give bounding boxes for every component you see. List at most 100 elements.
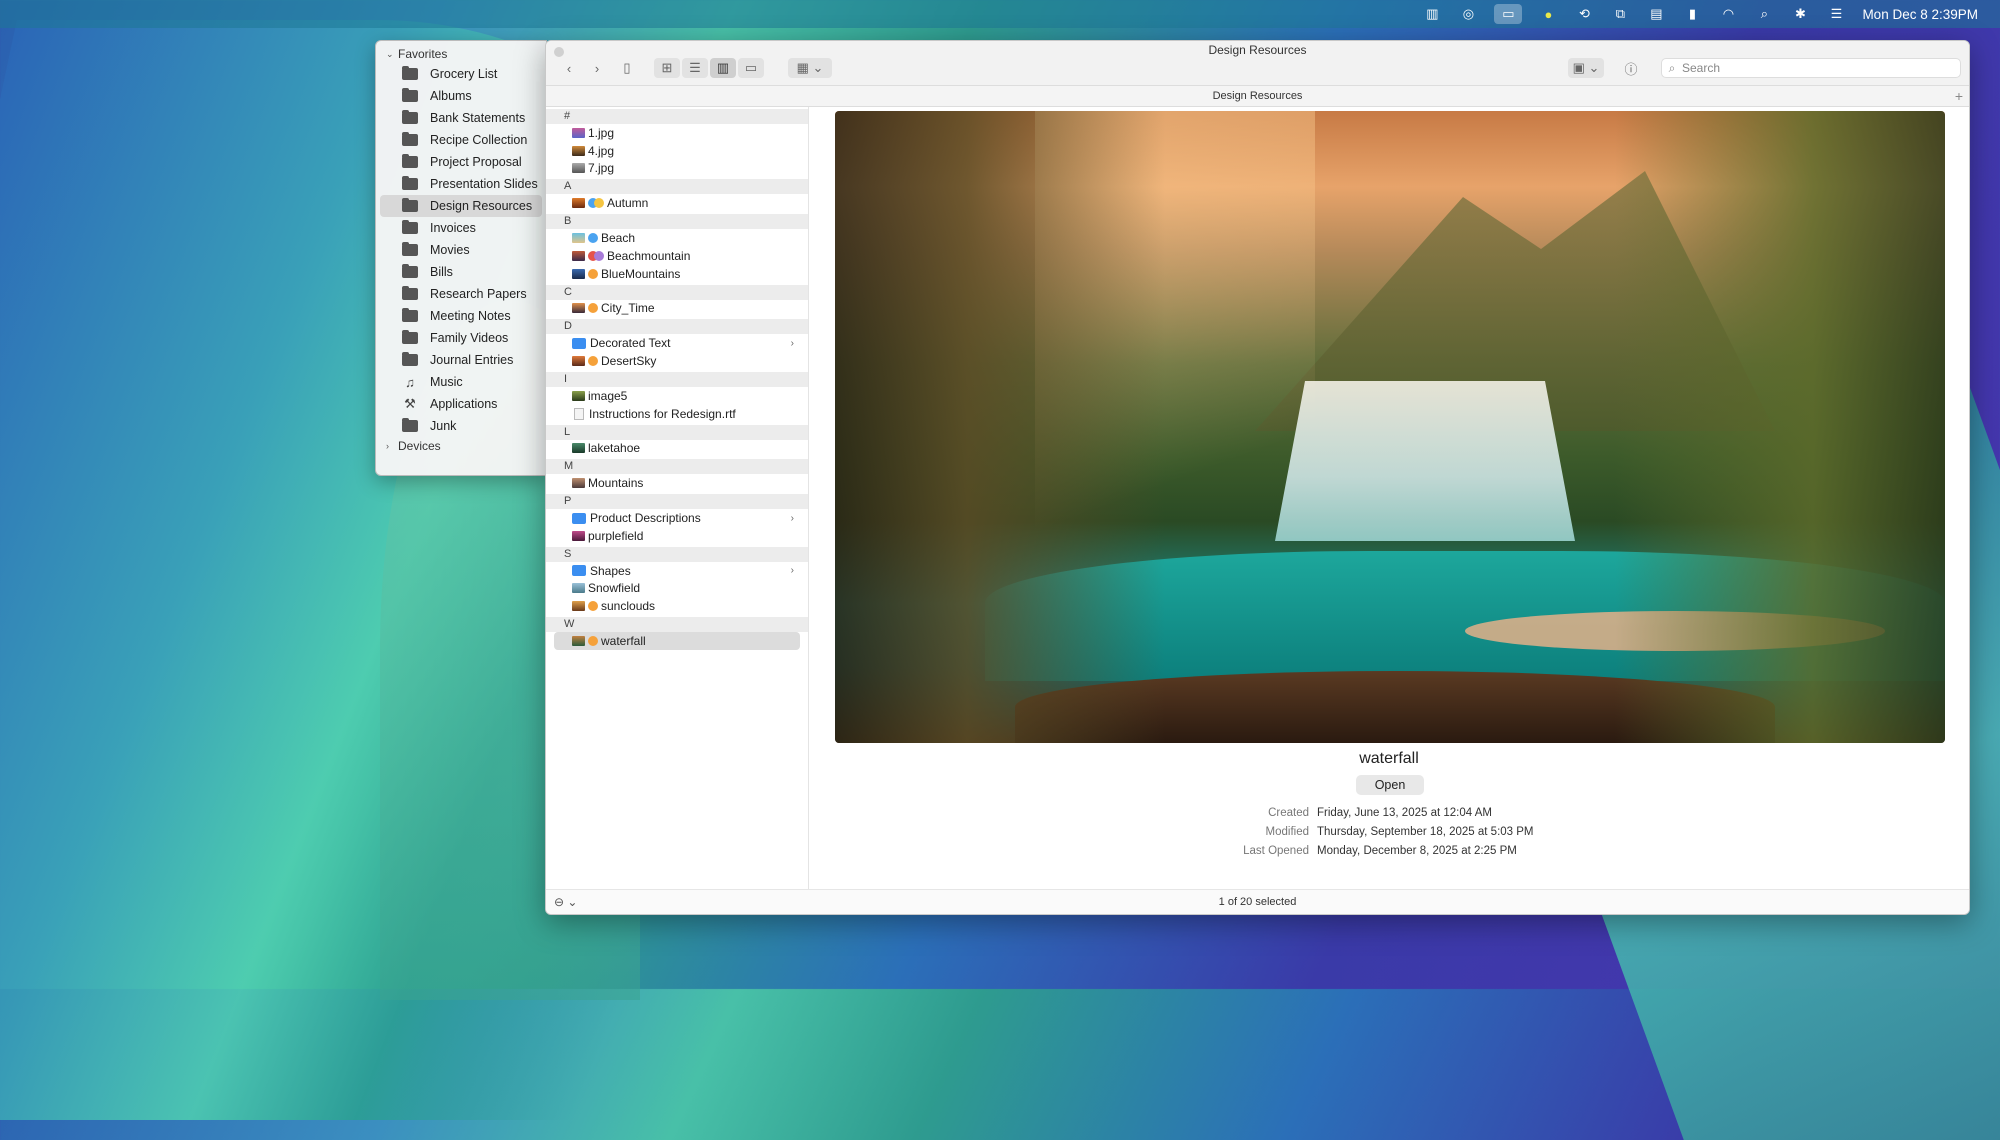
section-header: I xyxy=(546,371,808,387)
sidebar-item-journal-entries[interactable]: Journal Entries xyxy=(380,349,542,371)
folder-icon xyxy=(402,308,418,322)
file-label: BlueMountains xyxy=(601,266,681,281)
file-row-sunclouds[interactable]: sunclouds xyxy=(554,597,800,615)
action-menu-icon[interactable]: ⊖ ⌄ xyxy=(554,890,577,914)
file-row-purplefield[interactable]: purplefield xyxy=(554,527,800,545)
favorites-header[interactable]: ⌄ Favorites xyxy=(376,45,546,63)
file-row-image5[interactable]: image5 xyxy=(554,387,800,405)
finder-icon[interactable]: ▭ xyxy=(1494,4,1523,24)
wifi-icon[interactable]: ◠ xyxy=(1718,6,1738,22)
info-icon[interactable]: ⓘ xyxy=(1618,58,1644,78)
column-view-icon[interactable]: ▥ xyxy=(710,58,736,78)
card-icon[interactable]: ▤ xyxy=(1646,6,1666,22)
sidebar-item-junk[interactable]: Junk xyxy=(380,415,542,437)
folder-icon xyxy=(402,176,418,190)
file-row-instructions[interactable]: Instructions for Redesign.rtf xyxy=(554,405,800,423)
image-thumbnail-icon xyxy=(572,163,585,174)
file-row-autumn[interactable]: Autumn xyxy=(554,194,800,212)
folder-icon xyxy=(402,418,418,432)
chevron-down-icon: ⌄ xyxy=(386,48,394,59)
search-icon[interactable]: ⌕ xyxy=(1754,6,1774,22)
sidebar-item-research-papers[interactable]: Research Papers xyxy=(380,283,542,305)
file-label: 1.jpg xyxy=(588,125,615,140)
sidebar-item-movies[interactable]: Movies xyxy=(380,239,542,261)
open-button[interactable]: Open xyxy=(1356,775,1424,795)
group-by-icon[interactable]: ▦ ⌄ xyxy=(788,58,832,78)
control-center-icon[interactable]: ☰ xyxy=(1826,6,1846,22)
file-row-1jpg[interactable]: 1.jpg xyxy=(554,124,800,142)
file-label: Autumn xyxy=(607,196,649,211)
file-row-waterfall[interactable]: waterfall xyxy=(554,632,800,650)
path-bar: Design Resources + xyxy=(546,85,1969,107)
search-field[interactable]: ⌕ Search xyxy=(1661,58,1961,78)
section-header: S xyxy=(546,546,808,562)
image-thumbnail-icon xyxy=(572,356,585,367)
sidebar-item-invoices[interactable]: Invoices xyxy=(380,217,542,239)
path-title[interactable]: Design Resources xyxy=(1213,90,1303,102)
file-row-city-time[interactable]: City_Time xyxy=(554,300,800,318)
image-thumbnail-icon xyxy=(572,583,585,594)
devices-header[interactable]: › Devices xyxy=(376,437,546,455)
image-thumbnail-icon xyxy=(572,601,585,612)
image-thumbnail-icon xyxy=(572,478,585,489)
gallery-view-icon[interactable]: ▭ xyxy=(738,58,764,78)
sidebar-item-applications[interactable]: ⚒ Applications xyxy=(380,393,542,415)
sidebar-item-bills[interactable]: Bills xyxy=(380,261,542,283)
file-row-laketahoe[interactable]: laketahoe xyxy=(554,440,800,458)
folder-icon xyxy=(572,337,586,349)
sidebar-item-presentation-slides[interactable]: Presentation Slides xyxy=(380,173,542,195)
sidebar-item-grocery-list[interactable]: Grocery List xyxy=(380,63,542,85)
file-label: DesertSky xyxy=(601,354,657,369)
file-row-beachmountain[interactable]: Beachmountain xyxy=(554,247,800,265)
cat-icon[interactable]: ● xyxy=(1538,6,1558,22)
orange-tag-icon xyxy=(588,303,598,314)
file-label: purplefield xyxy=(588,528,644,543)
sidebar-item-music[interactable]: ♫ Music xyxy=(380,371,542,393)
view-mode-group: ⊞ ☰ ▥ ▭ xyxy=(654,58,764,78)
check-icon[interactable]: ◎ xyxy=(1458,6,1478,22)
file-row-7jpg[interactable]: 7.jpg xyxy=(554,160,800,178)
meta-value: Thursday, September 18, 2025 at 5:03 PM xyxy=(1317,826,1534,838)
file-row-mountains[interactable]: Mountains xyxy=(554,474,800,492)
sidebar-toggle-icon[interactable]: ▯ xyxy=(614,58,640,78)
file-label: 4.jpg xyxy=(588,143,615,158)
forward-button[interactable]: › xyxy=(584,58,610,78)
folder-row-shapes[interactable]: Shapes › xyxy=(554,562,800,580)
folder-row-product-descriptions[interactable]: Product Descriptions › xyxy=(554,509,800,527)
back-button[interactable]: ‹ xyxy=(556,58,582,78)
preview-file-name: waterfall xyxy=(1359,750,1419,767)
window-icon[interactable]: ⧉ xyxy=(1610,6,1630,22)
file-label: sunclouds xyxy=(601,599,656,614)
sidebar-item-design-resources[interactable]: Design Resources xyxy=(380,195,542,217)
folder-icon xyxy=(402,66,418,80)
file-row-snowfield[interactable]: Snowfield xyxy=(554,580,800,598)
folder-icon xyxy=(572,565,586,577)
share-icon[interactable]: ▣ ⌄ xyxy=(1568,58,1604,78)
bluetooth-icon[interactable]: ✱ xyxy=(1790,6,1810,22)
file-row-4jpg[interactable]: 4.jpg xyxy=(554,142,800,160)
sidebar-item-bank-statements[interactable]: Bank Statements xyxy=(380,107,542,129)
menubar-clock[interactable]: Mon Dec 8 2:39PM xyxy=(1862,7,1978,22)
file-row-beach[interactable]: Beach xyxy=(554,229,800,247)
sidebar-item-albums[interactable]: Albums xyxy=(380,85,542,107)
battery-icon[interactable]: ▮ xyxy=(1682,6,1702,22)
file-row-bluemountains[interactable]: BlueMountains xyxy=(554,265,800,283)
meta-last-opened: Last Opened Monday, December 8, 2025 at … xyxy=(1109,845,1809,857)
file-row-desertsky[interactable]: DesertSky xyxy=(554,352,800,370)
sidebar-item-meeting-notes[interactable]: Meeting Notes xyxy=(380,305,542,327)
folder-icon xyxy=(402,264,418,278)
timemachine-icon[interactable]: ⟲ xyxy=(1574,6,1594,22)
meta-label: Created xyxy=(1268,807,1309,819)
levels-icon[interactable]: ▥ xyxy=(1422,6,1442,22)
preview-image xyxy=(1615,111,1945,743)
sidebar-item-recipe-collection[interactable]: Recipe Collection xyxy=(380,129,542,151)
sidebar-item-project-proposal[interactable]: Project Proposal xyxy=(380,151,542,173)
folder-row-decorated-text[interactable]: Decorated Text › xyxy=(554,334,800,352)
sidebar-item-label: Project Proposal xyxy=(430,155,522,169)
file-label: image5 xyxy=(588,388,628,403)
sidebar-item-family-videos[interactable]: Family Videos xyxy=(380,327,542,349)
finder-window: Design Resources ‹ › ▯ ⊞ ☰ ▥ ▭ ▦ ⌄ ▣ ⌄ ⓘ… xyxy=(545,40,1970,915)
add-tab-icon[interactable]: + xyxy=(1955,87,1963,105)
list-view-icon[interactable]: ☰ xyxy=(682,58,708,78)
icon-view-icon[interactable]: ⊞ xyxy=(654,58,680,78)
